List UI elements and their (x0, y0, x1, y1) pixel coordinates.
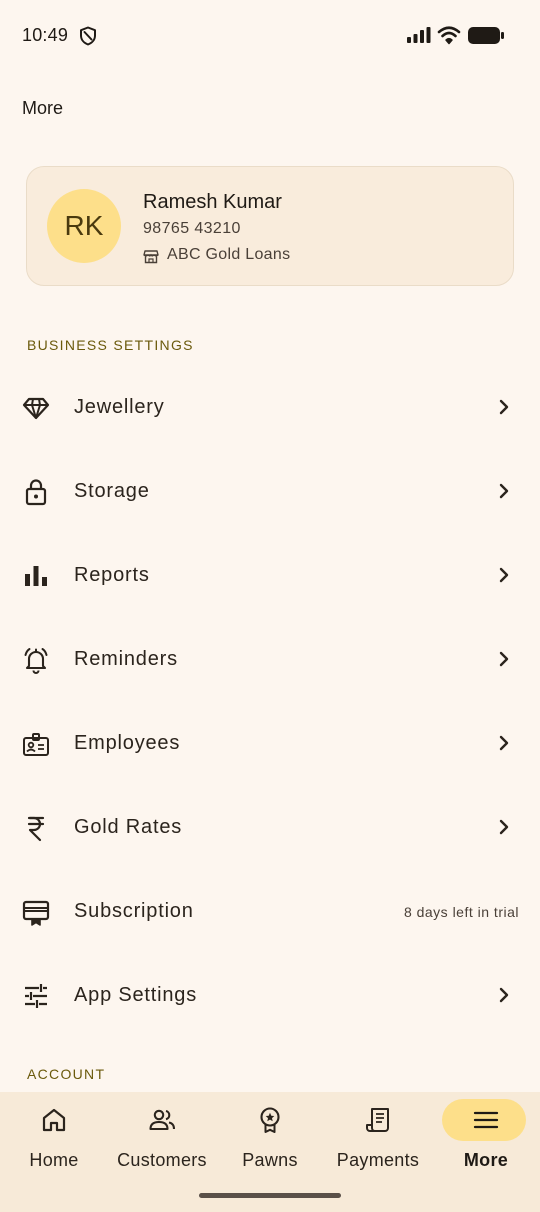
cell-signal-icon (407, 27, 431, 43)
trial-status-note: 8 days left in trial (403, 904, 519, 920)
chevron-right-icon (499, 567, 509, 583)
alarm-bell-icon (24, 648, 48, 674)
nav-label: More (463, 1150, 509, 1170)
chevron-right-icon (499, 735, 509, 751)
profile-name: Ramesh Kumar (143, 191, 282, 213)
rupee-icon (27, 816, 45, 842)
profile-business: ABC Gold Loans (167, 246, 291, 263)
profile-phone: 98765 43210 (143, 220, 241, 237)
avatar: RK (47, 189, 121, 263)
store-icon (143, 250, 159, 264)
menu-icon (473, 1111, 499, 1129)
menu-item-subscription[interactable]: Subscription 8 days left in trial (0, 870, 540, 954)
nav-item-home[interactable]: Home (0, 1092, 108, 1188)
home-icon (42, 1108, 66, 1132)
menu-label: Gold Rates (74, 816, 183, 838)
nav-label: Home (29, 1150, 79, 1170)
profile-card[interactable]: RK Ramesh Kumar 98765 43210 ABC Gold Loa… (26, 166, 514, 286)
page-title: More (22, 98, 64, 118)
menu-item-jewellery[interactable]: Jewellery (0, 366, 540, 450)
menu-item-employees[interactable]: Employees (0, 702, 540, 786)
menu-label: Storage (74, 480, 150, 502)
nav-label: Pawns (242, 1150, 298, 1170)
menu-label: Subscription (74, 900, 194, 922)
chevron-right-icon (499, 987, 509, 1003)
status-bar: 10:49 (0, 0, 540, 70)
menu-label: Employees (74, 732, 181, 754)
menu-item-reminders[interactable]: Reminders (0, 618, 540, 702)
nav-item-customers[interactable]: Customers (108, 1092, 216, 1188)
shield-icon (80, 26, 96, 46)
id-badge-icon (23, 733, 49, 756)
subscription-card-icon (22, 900, 50, 926)
menu-item-app-settings[interactable]: App Settings (0, 954, 540, 1038)
menu-item-gold-rates[interactable]: Gold Rates (0, 786, 540, 870)
section-header-business-settings: BUSINESS SETTINGS (27, 337, 194, 353)
bar-chart-icon (25, 566, 47, 586)
nav-item-more[interactable]: More (432, 1092, 540, 1188)
chevron-right-icon (499, 399, 509, 415)
sliders-icon (25, 984, 47, 1008)
nav-item-payments[interactable]: Payments (324, 1092, 432, 1188)
chevron-right-icon (499, 651, 509, 667)
chevron-right-icon (499, 819, 509, 835)
lock-icon (25, 479, 47, 506)
chevron-right-icon (499, 483, 509, 499)
home-indicator (199, 1193, 341, 1198)
menu-item-storage[interactable]: Storage (0, 450, 540, 534)
menu-item-reports[interactable]: Reports (0, 534, 540, 618)
wifi-icon (437, 26, 461, 45)
receipt-icon (366, 1108, 389, 1132)
section-header-account: ACCOUNT (27, 1066, 106, 1082)
diamond-icon (22, 397, 50, 420)
menu-label: Jewellery (74, 396, 165, 418)
more-screen: 10:49 More RK Ramesh Kumar 98765 43210 A… (0, 0, 540, 1212)
nav-label: Customers (117, 1150, 207, 1170)
nav-item-pawns[interactable]: Pawns (216, 1092, 324, 1188)
menu-label: Reminders (74, 648, 178, 670)
customers-icon (149, 1109, 176, 1131)
battery-icon (468, 27, 504, 44)
award-badge-icon (260, 1107, 280, 1133)
nav-label: Payments (336, 1150, 420, 1170)
menu-label: App Settings (74, 984, 198, 1006)
menu-label: Reports (74, 564, 150, 586)
status-time: 10:49 (22, 25, 69, 45)
